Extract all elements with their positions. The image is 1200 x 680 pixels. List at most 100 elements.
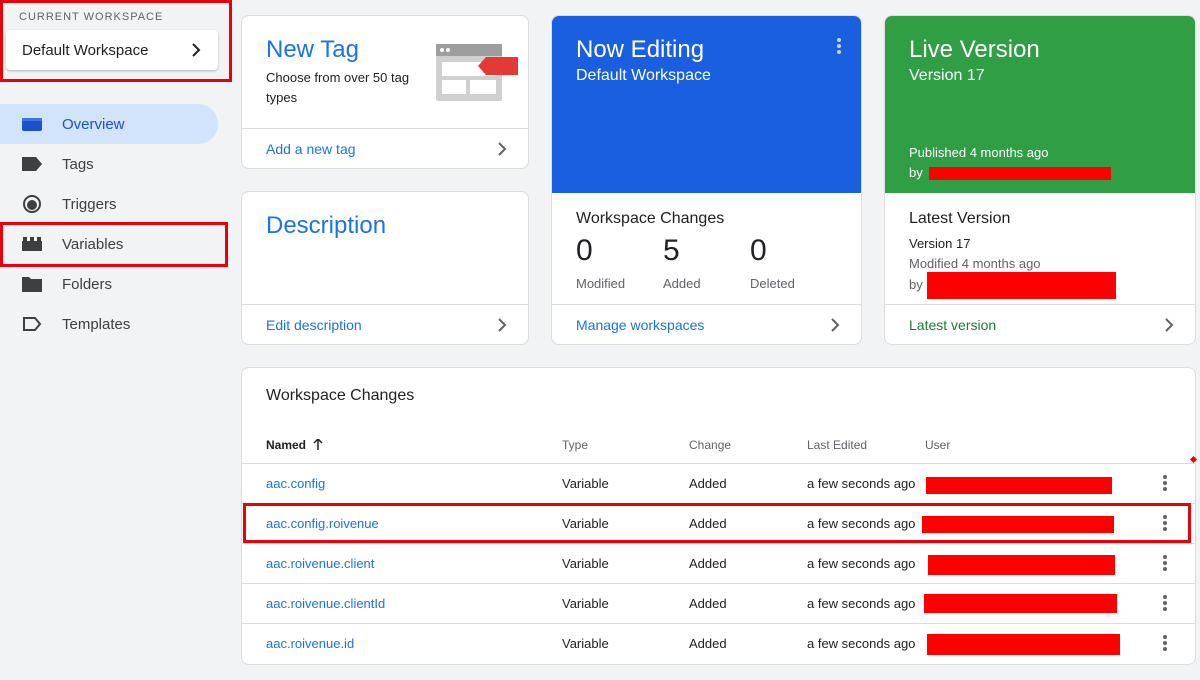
add-new-tag-link[interactable]: Add a new tag	[242, 128, 528, 168]
new-tag-card[interactable]: New Tag Choose from over 50 tag types Ad…	[241, 15, 529, 169]
row-last-edited: a few seconds ago	[807, 636, 916, 651]
row-last-edited: a few seconds ago	[807, 556, 916, 571]
row-name-link[interactable]: aac.roivenue.client	[266, 556, 374, 571]
latest-version-modified: Modified 4 months ago	[909, 256, 1041, 271]
sidebar-item-label: Tags	[62, 155, 94, 173]
modified-label: Modified	[576, 276, 626, 291]
new-tag-title: New Tag	[266, 36, 359, 63]
new-tag-subtitle: Choose from over 50 tag types	[266, 70, 410, 105]
more-vert-icon[interactable]	[1163, 635, 1167, 651]
column-header-user[interactable]: User	[925, 438, 950, 452]
highlight-box	[0, 0, 232, 82]
table-row[interactable]: aac.roivenue.id Variable Added a few sec…	[242, 624, 1195, 664]
added-count: 5	[663, 234, 680, 267]
row-change: Added	[689, 556, 727, 571]
row-last-edited: a few seconds ago	[807, 596, 916, 611]
edit-description-link[interactable]: Edit description	[242, 304, 528, 344]
row-last-edited: a few seconds ago	[807, 476, 916, 491]
deleted-count: 0	[750, 234, 767, 267]
column-header-name-label: Named	[266, 438, 307, 452]
row-change: Added	[689, 596, 727, 611]
redaction-box	[927, 272, 1116, 299]
row-type: Variable	[562, 476, 609, 491]
redaction-box	[928, 555, 1115, 575]
sidebar-item-label: Folders	[62, 275, 113, 293]
row-name-link[interactable]: aac.config	[266, 476, 325, 491]
now-editing-workspace: Default Workspace	[576, 67, 711, 84]
redaction-box	[927, 634, 1120, 655]
sidebar-item-tags[interactable]: Tags	[0, 144, 232, 184]
live-version-header: Live Version Version 17 Published 4 mont…	[885, 16, 1195, 193]
edit-description-label: Edit description	[266, 316, 362, 333]
latest-version-by-label: by	[909, 277, 923, 292]
new-tag-illustration-icon	[436, 44, 518, 101]
row-change: Added	[689, 636, 727, 651]
deleted-stat: 0 Deleted	[750, 234, 795, 291]
manage-workspaces-label: Manage workspaces	[576, 316, 705, 333]
redaction-box	[924, 594, 1117, 613]
sidebar-item-label: Templates	[62, 315, 131, 333]
published-by-label: by	[909, 165, 923, 180]
row-change: Added	[689, 476, 727, 491]
sidebar-item-folders[interactable]: Folders	[0, 264, 232, 304]
add-new-tag-label: Add a new tag	[266, 140, 356, 157]
table-title: Workspace Changes	[266, 387, 415, 404]
now-editing-card: Now Editing Default Workspace Workspace …	[551, 15, 862, 345]
overview-icon	[22, 114, 42, 134]
published-time: Published 4 months ago	[909, 145, 1049, 160]
latest-version-number: Version 17	[909, 236, 971, 251]
more-vert-icon[interactable]	[1163, 555, 1167, 571]
trigger-icon	[22, 194, 42, 214]
chevron-right-icon	[1165, 318, 1174, 332]
now-editing-title: Now Editing	[576, 36, 705, 63]
sidebar-item-triggers[interactable]: Triggers	[0, 184, 232, 224]
row-type: Variable	[562, 636, 609, 651]
more-vert-icon[interactable]	[1163, 475, 1167, 491]
live-version-card: Live Version Version 17 Published 4 mont…	[884, 15, 1196, 345]
table-row[interactable]: aac.roivenue.client Variable Added a few…	[242, 544, 1195, 584]
sidebar-item-templates[interactable]: Templates	[0, 304, 232, 344]
manage-workspaces-link[interactable]: Manage workspaces	[552, 304, 861, 344]
live-version-title: Live Version	[909, 36, 1040, 63]
column-header-type[interactable]: Type	[562, 438, 588, 452]
sidebar: CURRENT WORKSPACE Default Workspace Over…	[0, 0, 232, 680]
deleted-label: Deleted	[750, 276, 795, 291]
chevron-right-icon	[498, 142, 507, 156]
chevron-right-icon	[498, 318, 507, 332]
added-label: Added	[663, 276, 701, 291]
row-type: Variable	[562, 556, 609, 571]
added-stat: 5 Added	[663, 234, 701, 291]
now-editing-header: Now Editing Default Workspace	[552, 16, 861, 193]
column-header-name[interactable]: Named	[266, 437, 323, 452]
more-vert-icon[interactable]	[837, 38, 841, 54]
sort-arrow-up-icon	[313, 437, 323, 450]
column-header-last-edited[interactable]: Last Edited	[807, 438, 867, 452]
row-type: Variable	[562, 596, 609, 611]
sidebar-item-overview[interactable]: Overview	[0, 104, 218, 144]
latest-version-link[interactable]: Latest version	[885, 304, 1195, 344]
table-row[interactable]: aac.roivenue.clientId Variable Added a f…	[242, 584, 1195, 624]
live-version-number: Version 17	[909, 67, 985, 84]
workspace-changes-subtitle: Workspace Changes	[576, 210, 725, 227]
sidebar-item-label: Overview	[62, 115, 125, 133]
latest-version-label: Latest version	[909, 316, 997, 333]
description-title: Description	[266, 212, 387, 239]
row-name-link[interactable]: aac.roivenue.id	[266, 636, 354, 651]
table-header: Named Type Change Last Edited User	[242, 424, 1195, 464]
chevron-right-icon	[831, 318, 840, 332]
tag-icon	[22, 154, 42, 174]
redaction-box	[929, 167, 1111, 180]
more-vert-icon[interactable]	[1163, 595, 1167, 611]
row-name-link[interactable]: aac.roivenue.clientId	[266, 596, 385, 611]
table-row[interactable]: aac.config Variable Added a few seconds …	[242, 464, 1195, 504]
templates-icon	[22, 314, 42, 334]
column-header-change[interactable]: Change	[689, 438, 731, 452]
sidebar-item-label: Triggers	[62, 195, 117, 213]
folder-icon	[22, 274, 42, 294]
highlight-box	[243, 503, 1191, 543]
highlight-box	[0, 222, 228, 267]
redaction-box	[926, 477, 1112, 494]
description-card: Description Edit description	[241, 191, 529, 345]
modified-count: 0	[576, 234, 593, 267]
latest-version-title: Latest Version	[909, 210, 1011, 227]
